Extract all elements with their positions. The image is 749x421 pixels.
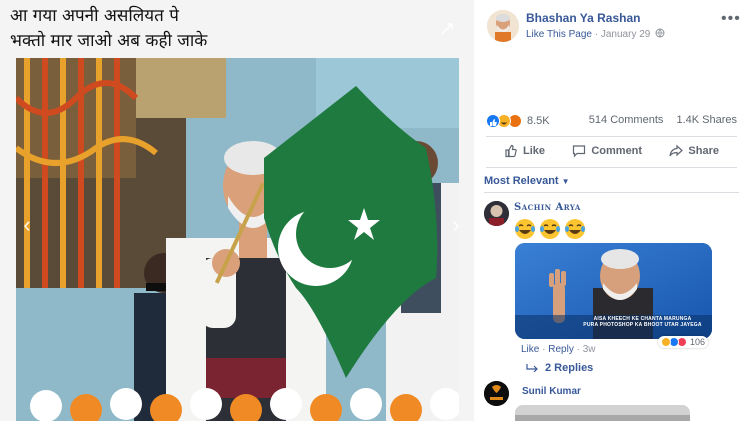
comment-button-label: Comment	[591, 145, 643, 157]
post-meta: Like This Page · January 29	[526, 28, 665, 40]
post-date[interactable]: January 29	[601, 29, 650, 40]
globe-icon	[655, 28, 665, 38]
facebook-photo-viewer: आ गया अपनी असलियत पे भक्तो मार जाओ अब कह…	[0, 0, 749, 421]
comment-sort-dropdown[interactable]: Most Relevant ▼	[484, 175, 570, 187]
like-this-page-link[interactable]: Like This Page	[526, 29, 592, 40]
like-reaction-icon	[486, 114, 500, 128]
comment-image-illustration	[515, 405, 690, 421]
commenter-avatar-image	[484, 381, 509, 406]
commenter-avatar-image	[484, 201, 509, 226]
view-replies-link[interactable]: 2 Replies	[526, 362, 593, 374]
reactions-count: 8.5K	[527, 115, 550, 127]
share-button[interactable]: Share	[669, 139, 719, 163]
comment-meme-image[interactable]: AISA KHEECH KE CHANTA MARUNGA PURA PHOTO…	[515, 243, 712, 339]
post-caption: आ गया अपनी असलियत पे भक्तो मार जाओ अब कह…	[10, 4, 450, 54]
tears-of-joy-emoji-icon	[515, 219, 535, 239]
commenter-name-link[interactable]: Sachin Arya	[514, 202, 581, 213]
more-options-icon[interactable]: •••	[721, 10, 741, 28]
reply-arrow-icon	[526, 364, 538, 372]
like-button[interactable]: Like	[504, 139, 545, 163]
page-avatar-image	[487, 10, 519, 42]
comment-like-link[interactable]: Like	[521, 344, 539, 355]
like-button-label: Like	[523, 145, 546, 157]
comment-sort-label: Most Relevant	[484, 175, 559, 187]
next-photo-arrow-icon[interactable]: ›	[446, 210, 466, 240]
replies-count-label: 2 Replies	[545, 362, 594, 374]
tears-of-joy-emoji-icon	[540, 219, 560, 239]
meme-caption: AISA KHEECH KE CHANTA MARUNGA PURA PHOTO…	[575, 316, 710, 328]
post-side-panel: Bhashan Ya Rashan Like This Page · Janua…	[474, 0, 749, 421]
comment-emoji-row	[514, 218, 589, 240]
page-name-link[interactable]: Bhashan Ya Rashan	[526, 11, 641, 25]
thumbs-up-icon	[505, 144, 517, 158]
reactions-summary[interactable]: 8.5K	[486, 113, 550, 129]
post-actions-bar: Like Comment Share	[486, 139, 737, 163]
caret-down-icon: ▼	[561, 177, 570, 186]
caption-line-1: आ गया अपनी असलियत पे	[10, 6, 179, 26]
comment-timestamp[interactable]: 3w	[583, 344, 596, 355]
photo-viewer: आ गया अपनी असलियत पे भक्तो मार जाओ अब कह…	[0, 0, 474, 421]
post-photo[interactable]	[16, 58, 459, 421]
tears-of-joy-emoji-icon	[565, 219, 585, 239]
comment-reply-link[interactable]: Reply	[548, 344, 574, 355]
share-button-label: Share	[688, 145, 719, 157]
meta-separator: ·	[594, 29, 599, 40]
share-arrow-icon	[669, 144, 684, 157]
commenter-avatar[interactable]	[484, 381, 509, 406]
comment-reaction-count: 106	[690, 337, 706, 347]
expand-icon[interactable]	[440, 22, 454, 36]
shares-count-link[interactable]: 1.4K Shares	[676, 114, 737, 126]
dot-separator: ·	[542, 344, 546, 355]
commenter-avatar[interactable]	[484, 201, 509, 226]
divider	[486, 167, 737, 168]
caption-line-2: भक्तो मार जाओ अब कही जाके	[10, 31, 208, 51]
comment-reactions[interactable]: 106	[658, 336, 709, 348]
engagement-counts: 514 Comments 1.4K Shares	[589, 114, 737, 126]
comments-count-link[interactable]: 514 Comments	[589, 114, 664, 126]
divider	[484, 192, 739, 193]
meme-caption-line-2: PURA PHOTOSHOP KA BHOOT UTAR JAYEGA	[583, 322, 702, 328]
haha-reaction-icon	[661, 337, 671, 347]
previous-photo-arrow-icon[interactable]: ‹	[17, 210, 37, 240]
photo-illustration	[16, 58, 459, 421]
divider	[486, 136, 737, 137]
commenter-name-link[interactable]: Sunil Kumar	[522, 386, 581, 397]
page-avatar[interactable]	[487, 10, 519, 42]
comment-button[interactable]: Comment	[572, 139, 642, 163]
comment-bubble-icon	[573, 145, 586, 158]
comment-actions: Like · Reply · 3w	[521, 344, 596, 355]
dot-separator: ·	[576, 344, 580, 355]
comment-image[interactable]	[515, 405, 690, 421]
